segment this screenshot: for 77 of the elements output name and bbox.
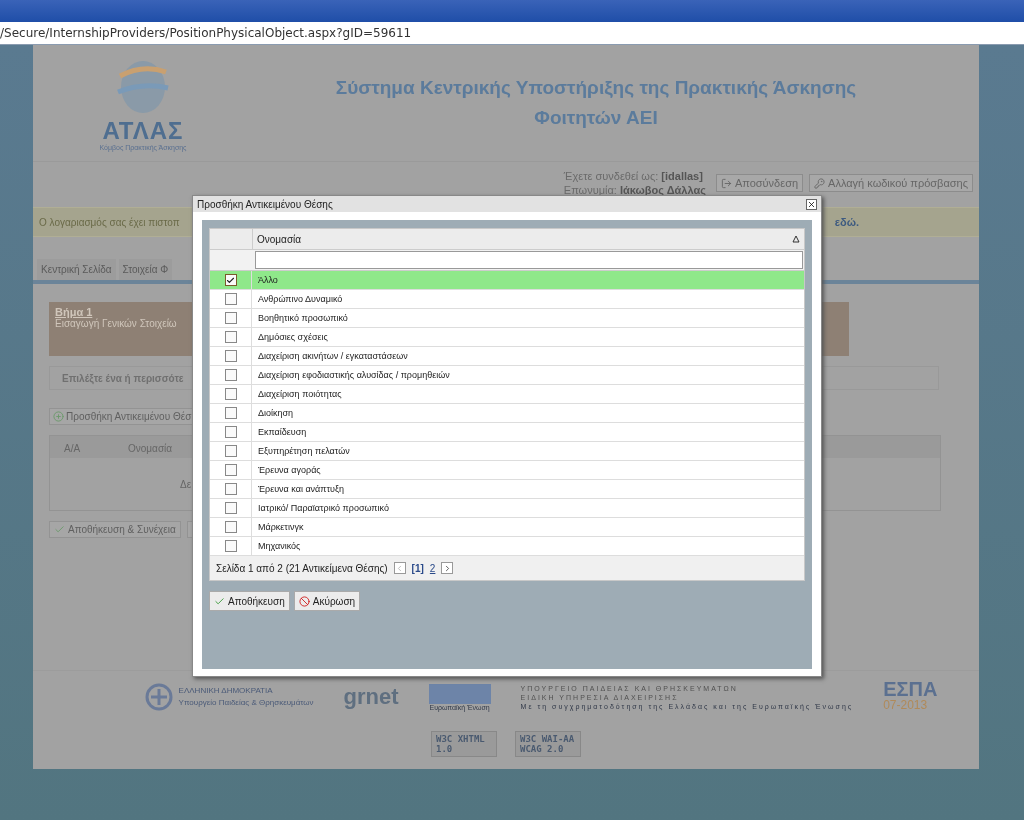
row-label: Έρευνα και ανάπτυξη [257, 484, 345, 494]
grid-row[interactable]: Έρευνα αγοράς [210, 461, 804, 480]
grnet-logo-text: grnet [343, 684, 399, 710]
row-label: Μηχανικός [257, 541, 301, 551]
eu-flag [428, 683, 491, 704]
checkbox[interactable] [224, 483, 237, 495]
notice-text: Ο λογαριασμός σας έχει πιστοπ [39, 216, 180, 228]
pager-summary: Σελίδα 1 από 2 (21 Αντικείμενα Θέσης) [216, 562, 388, 574]
checkbox[interactable] [224, 407, 237, 419]
grid-row[interactable]: Μηχανικός [210, 537, 804, 556]
checkbox[interactable] [224, 521, 237, 533]
row-label: Διαχείριση ποιότητας [257, 389, 342, 399]
checkbox[interactable] [224, 445, 237, 457]
grid-row[interactable]: Βοηθητικό προσωπικό [210, 309, 804, 328]
check-icon [226, 275, 235, 285]
grid-row[interactable]: Εκπαίδευση [210, 423, 804, 442]
row-label: Βοηθητικό προσωπικό [257, 313, 348, 323]
checkbox[interactable] [224, 502, 237, 514]
sort-icon [792, 235, 800, 243]
checkbox[interactable] [224, 350, 237, 362]
site-title: Σύστημα Κεντρικής Υποστήριξης της Πρακτικής Άσκησης Φοιτητών ΑΕΙ [334, 76, 858, 130]
grid-row[interactable]: Άλλο [210, 271, 804, 290]
close-icon [807, 199, 816, 209]
grid-row[interactable]: Διαχείριση ποιότητας [210, 385, 804, 404]
grid-row[interactable]: Δημόσιες σχέσεις [210, 328, 804, 347]
dialog-title: Προσθήκη Αντικειμένου Θέσης [197, 198, 333, 210]
row-label: Μάρκετινγκ [257, 522, 304, 532]
logo-text: ΑΤΛΑΣ [102, 117, 184, 144]
checkbox[interactable] [224, 388, 237, 400]
grid-row[interactable]: Μάρκετινγκ [210, 518, 804, 537]
row-label: Διαχείριση ακινήτων / εγκαταστάσεων [257, 351, 408, 361]
check-icon [214, 595, 225, 607]
step-subtitle: Εισαγωγή Γενικών Στοιχείω [55, 318, 177, 329]
row-label: Διοίκηση [257, 408, 294, 418]
espa-logo-text: ΕΣΠΑ [883, 681, 938, 697]
row-label: Ιατρικό/ Παραϊατρικό προσωπικό [257, 503, 389, 513]
checkbox[interactable] [224, 331, 237, 343]
row-label: Διαχείριση εφοδιαστικής αλυσίδας / προμηθειών [257, 370, 450, 380]
row-label: Εκπαίδευση [257, 427, 307, 437]
address-bar[interactable]: /Secure/InternshipProviders/PositionPhysicalObject.aspx?gID=59611 [0, 22, 1024, 45]
cancel-icon [298, 595, 310, 607]
prev-page-button[interactable] [393, 562, 406, 574]
plus-icon [53, 411, 64, 422]
grid-row[interactable]: Έρευνα και ανάπτυξη [210, 480, 804, 499]
key-icon [814, 177, 826, 189]
checkbox[interactable] [224, 426, 237, 438]
grid-row[interactable]: Ιατρικό/ Παραϊατρικό προσωπικό [210, 499, 804, 518]
checkbox[interactable] [224, 312, 237, 324]
ministry-logo-text: ΕΛΛΗΝΙΚΗ ΔΗΜΟΚΡΑΤΙΑ Υπουργείο Παιδείας & Θρησκευμάτων [178, 685, 314, 709]
row-label: Εξυπηρέτηση πελατών [257, 446, 350, 456]
grid-row[interactable]: Εξυπηρέτηση πελατών [210, 442, 804, 461]
checkbox[interactable] [224, 274, 237, 286]
check-icon [54, 524, 65, 535]
row-label: Ανθρώπινο Δυναμικό [257, 294, 343, 304]
grid-row[interactable]: Διαχείριση εφοδιαστικής αλυσίδας / προμηθειών [210, 366, 804, 385]
grid-row[interactable]: Διαχείριση ακινήτων / εγκαταστάσεων [210, 347, 804, 366]
url-text: /Secure/InternshipProviders/PositionPhysicalObject.aspx?gID=59611 [0, 26, 412, 40]
page-link[interactable]: 2 [429, 562, 436, 574]
page-link[interactable]: [1] [411, 562, 424, 574]
save-button[interactable]: Αποθήκευση [209, 591, 290, 611]
emblem-icon [144, 683, 173, 711]
logout-icon [720, 177, 732, 189]
row-label: Έρευνα αγοράς [257, 465, 321, 475]
espa-years: 07-2013 [883, 697, 929, 713]
empty-message: Δε [180, 478, 192, 490]
checkbox[interactable] [224, 540, 237, 552]
checkbox[interactable] [224, 369, 237, 381]
cancel-button[interactable]: Ακύρωση [293, 591, 361, 611]
close-button[interactable] [806, 198, 817, 210]
checkbox[interactable] [224, 293, 237, 305]
grid-row[interactable]: Ανθρώπινο Δυναμικό [210, 290, 804, 309]
checkbox[interactable] [224, 464, 237, 476]
grid-row[interactable]: Διοίκηση [210, 404, 804, 423]
filter-input[interactable] [255, 251, 803, 269]
next-page-button[interactable] [441, 562, 454, 574]
row-label: Δημόσιες σχέσεις [257, 332, 328, 342]
row-label: Άλλο [257, 275, 278, 285]
